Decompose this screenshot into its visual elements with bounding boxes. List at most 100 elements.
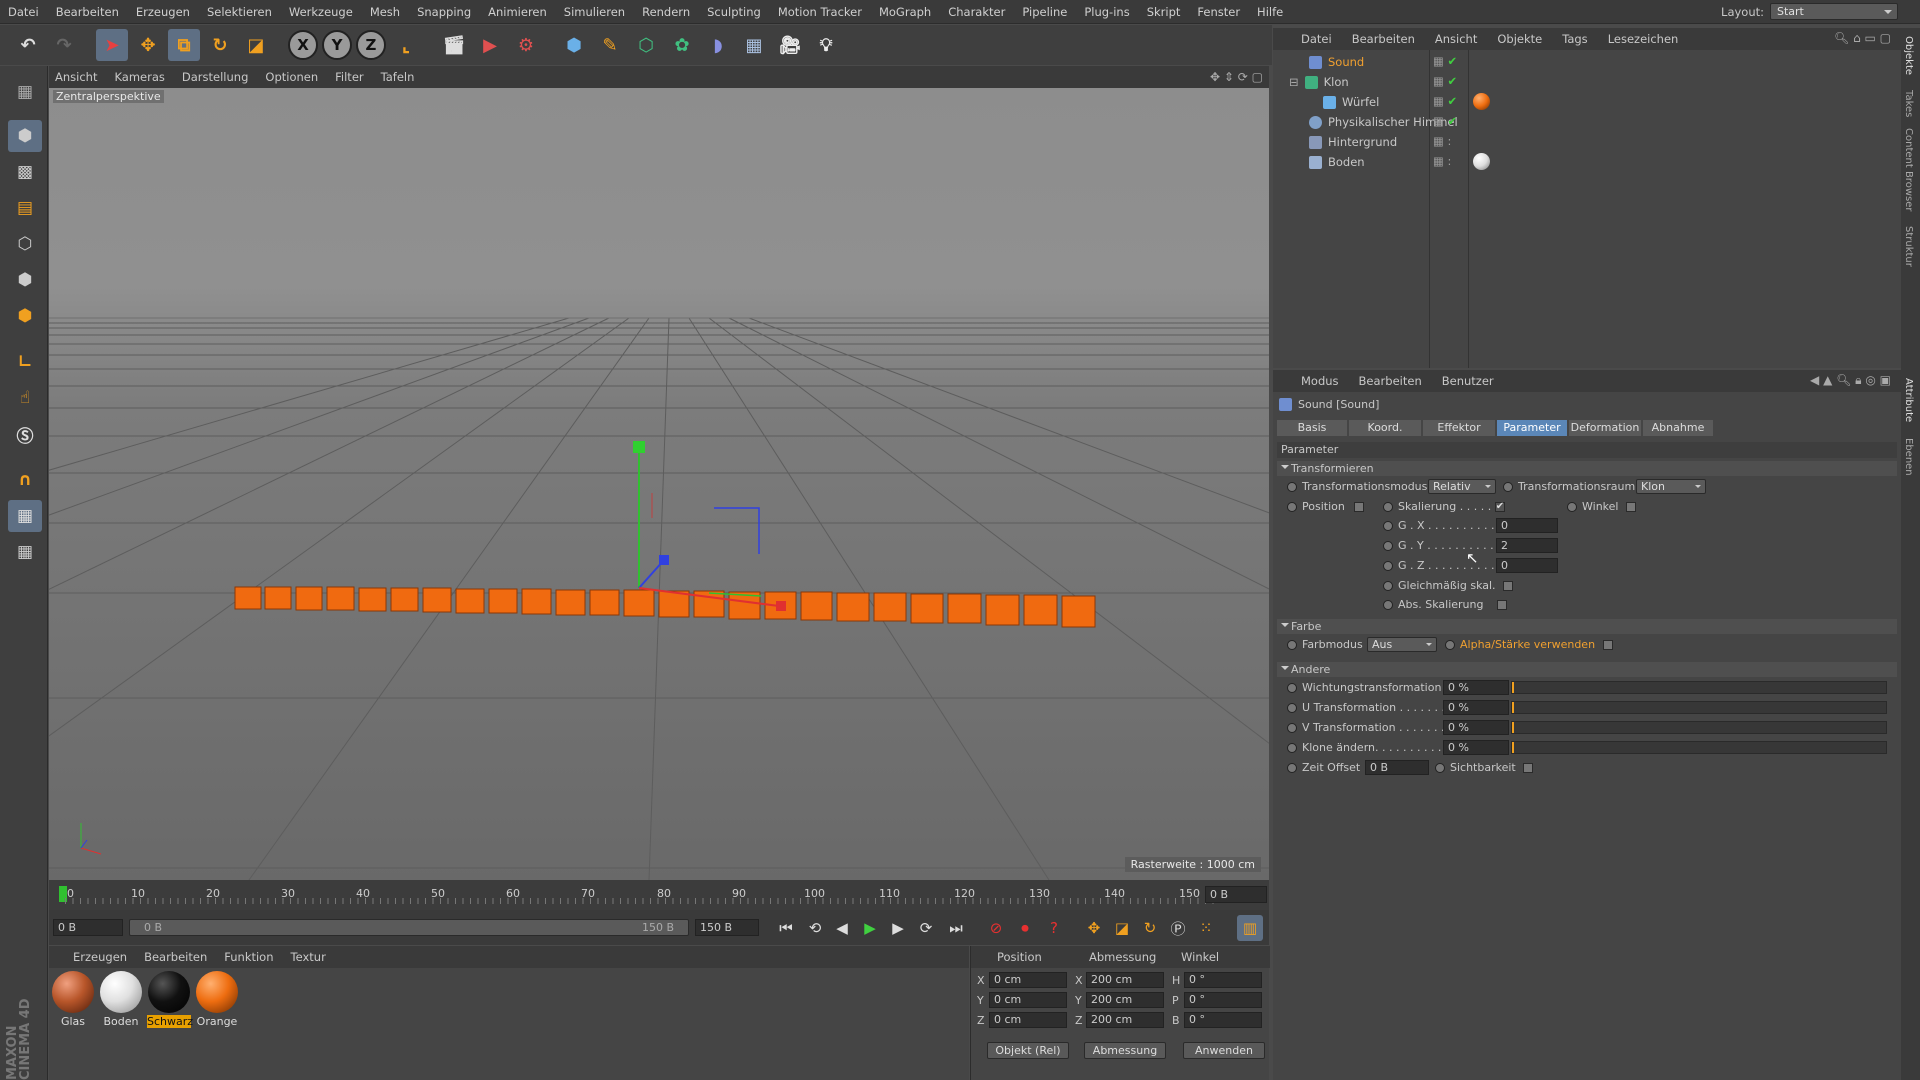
transform-mode-dropdown[interactable]: Relativ <box>1428 479 1496 494</box>
viewport-menu-ansicht[interactable]: Ansicht <box>55 70 97 84</box>
side-tab-content-browser[interactable]: Content Browser <box>1903 128 1914 211</box>
attribute-nav-icons[interactable]: ◀ ▲ 🔍︎ 🔒︎ ◎ ▣ <box>1810 373 1891 388</box>
object-row-wuerfel[interactable]: Würfel ▦ ✔ <box>1273 92 1901 112</box>
viewport-menu-kameras[interactable]: Kameras <box>114 70 164 84</box>
tab-effektor[interactable]: Effektor <box>1423 420 1495 436</box>
menu-hilfe[interactable]: Hilfe <box>1257 5 1283 19</box>
next-key-icon[interactable]: ⟳ <box>913 915 939 941</box>
viewport-menu-filter[interactable]: Filter <box>335 70 363 84</box>
animate-radio[interactable] <box>1287 502 1297 512</box>
menu-simulieren[interactable]: Simulieren <box>564 5 625 19</box>
position-y-field[interactable]: 0 cm <box>989 992 1067 1008</box>
animate-radio[interactable] <box>1383 600 1393 610</box>
menu-rendern[interactable]: Rendern <box>642 5 690 19</box>
visibility-checkbox[interactable] <box>1523 763 1534 773</box>
deformer-icon[interactable]: ◗ <box>702 29 734 61</box>
rotation-p-field[interactable]: 0 ° <box>1184 992 1262 1008</box>
modify-clones-field[interactable]: 0 % <box>1443 740 1509 755</box>
object-menu-tags[interactable]: Tags <box>1562 32 1587 46</box>
animate-radio[interactable] <box>1287 640 1297 650</box>
size-y-field[interactable]: 200 cm <box>1086 992 1164 1008</box>
side-tab-struktur[interactable]: Struktur <box>1903 226 1914 267</box>
magnet-icon[interactable]: ∩ <box>8 464 42 496</box>
material-boden[interactable]: Boden <box>99 968 143 1028</box>
scale-checkbox[interactable]: ✔ <box>1494 502 1505 512</box>
menu-mograph[interactable]: MoGraph <box>879 5 931 19</box>
time-offset-field[interactable]: 0 B <box>1365 760 1429 775</box>
menu-erzeugen[interactable]: Erzeugen <box>136 5 190 19</box>
animate-radio[interactable] <box>1287 723 1297 733</box>
object-row-sound[interactable]: Sound ▦ ✔ <box>1273 52 1901 72</box>
object-menu-ansicht[interactable]: Ansicht <box>1435 32 1477 46</box>
material-schwarz[interactable]: Schwarz <box>147 968 193 1028</box>
modify-clones-slider[interactable] <box>1511 741 1887 754</box>
animate-radio[interactable] <box>1383 502 1393 512</box>
menu-skript[interactable]: Skript <box>1147 5 1181 19</box>
attribute-menu-benutzer[interactable]: Benutzer <box>1442 374 1494 388</box>
workplane-lock-icon[interactable]: ▦ <box>8 500 42 532</box>
object-row-boden[interactable]: Boden ▦ : <box>1273 152 1901 172</box>
object-menu-lesezeichen[interactable]: Lesezeichen <box>1608 32 1679 46</box>
transform-gizmo[interactable] <box>633 441 786 611</box>
tab-abnahme[interactable]: Abnahme <box>1643 420 1713 436</box>
rotation-b-field[interactable]: 0 ° <box>1184 1012 1262 1028</box>
scale-x-field[interactable]: 0 <box>1496 518 1558 533</box>
cube-primitive-icon[interactable]: ⬢ <box>558 29 590 61</box>
render-settings-icon[interactable]: ⚙ <box>510 29 542 61</box>
menu-mesh[interactable]: Mesh <box>370 5 400 19</box>
object-row-klon[interactable]: ⊟ Klon ▦ ✔ <box>1273 72 1901 92</box>
workplane-icon[interactable]: ▤ <box>8 192 42 224</box>
menu-werkzeuge[interactable]: Werkzeuge <box>289 5 353 19</box>
solo-icon[interactable]: Ⓢ <box>8 418 42 450</box>
undo-icon[interactable]: ↶ <box>12 29 44 61</box>
menu-animieren[interactable]: Animieren <box>488 5 547 19</box>
visibility-toggle[interactable]: ▦ : <box>1433 154 1451 168</box>
animate-radio[interactable] <box>1287 763 1297 773</box>
tab-parameter[interactable]: Parameter <box>1497 420 1567 436</box>
weight-transform-field[interactable]: 0 % <box>1443 680 1509 695</box>
edges-mode-icon[interactable]: ⬢ <box>8 264 42 296</box>
side-tab-attribute[interactable]: Attribute <box>1903 378 1914 422</box>
scale-object-icon[interactable]: ◪ <box>240 29 272 61</box>
uniform-scale-checkbox[interactable] <box>1503 581 1514 591</box>
timeline-layout-icon[interactable]: ▥ <box>1237 915 1263 941</box>
material-menu-bearbeiten[interactable]: Bearbeiten <box>144 950 207 964</box>
object-menu-bearbeiten[interactable]: Bearbeiten <box>1352 32 1415 46</box>
previous-key-icon[interactable]: ⟲ <box>802 915 828 941</box>
light-icon[interactable]: 💡︎ <box>810 29 842 61</box>
animate-radio[interactable] <box>1287 482 1297 492</box>
menu-selektieren[interactable]: Selektieren <box>207 5 272 19</box>
preview-range-slider[interactable]: 0 B 150 B <box>129 919 689 936</box>
menu-snapping[interactable]: Snapping <box>417 5 471 19</box>
object-row-physikalischer-himmel[interactable]: Physikalischer Himmel ▦ ✔ <box>1273 112 1901 132</box>
go-to-end-icon[interactable]: ⏭ <box>943 915 969 941</box>
record-icon[interactable]: ⊘ <box>983 915 1009 941</box>
alpha-checkbox[interactable] <box>1602 640 1613 650</box>
color-mode-dropdown[interactable]: Aus <box>1367 637 1437 652</box>
size-x-field[interactable]: 200 cm <box>1086 972 1164 988</box>
attribute-menu-bearbeiten[interactable]: Bearbeiten <box>1359 374 1422 388</box>
y-axis-icon[interactable]: Y <box>322 30 352 60</box>
viewport-menu-optionen[interactable]: Optionen <box>265 70 318 84</box>
scale-icon[interactable]: ⧉ <box>168 29 200 61</box>
material-menu-erzeugen[interactable]: Erzeugen <box>73 950 127 964</box>
animate-radio[interactable] <box>1435 763 1445 773</box>
transform-space-dropdown[interactable]: Klon <box>1636 479 1706 494</box>
viewport-menu-darstellung[interactable]: Darstellung <box>182 70 248 84</box>
keyframe-selection-icon[interactable]: ? <box>1041 915 1067 941</box>
material-orange[interactable]: Orange <box>195 968 239 1028</box>
menu-plugins[interactable]: Plug-ins <box>1084 5 1129 19</box>
floor-icon[interactable]: ▦ <box>738 29 770 61</box>
viewport-nav-icons[interactable]: ✥ ⇕ ⟳ ▢ <box>1210 70 1263 84</box>
render-picture-queue-icon[interactable]: ▶ <box>474 29 506 61</box>
menu-motion-tracker[interactable]: Motion Tracker <box>778 5 862 19</box>
material-glas[interactable]: Glas <box>51 968 95 1028</box>
key-pla-icon[interactable]: ⁙ <box>1193 915 1219 941</box>
animate-radio[interactable] <box>1383 581 1393 591</box>
size-mode-dropdown[interactable]: Abmessung <box>1084 1042 1166 1059</box>
material-tag-icon[interactable] <box>1473 153 1490 170</box>
v-transform-slider[interactable] <box>1511 721 1887 734</box>
polygons-mode-icon[interactable]: ⬢ <box>8 300 42 332</box>
side-tab-ebenen[interactable]: Ebenen <box>1903 438 1914 476</box>
key-rotation-icon[interactable]: ↻ <box>1137 915 1163 941</box>
